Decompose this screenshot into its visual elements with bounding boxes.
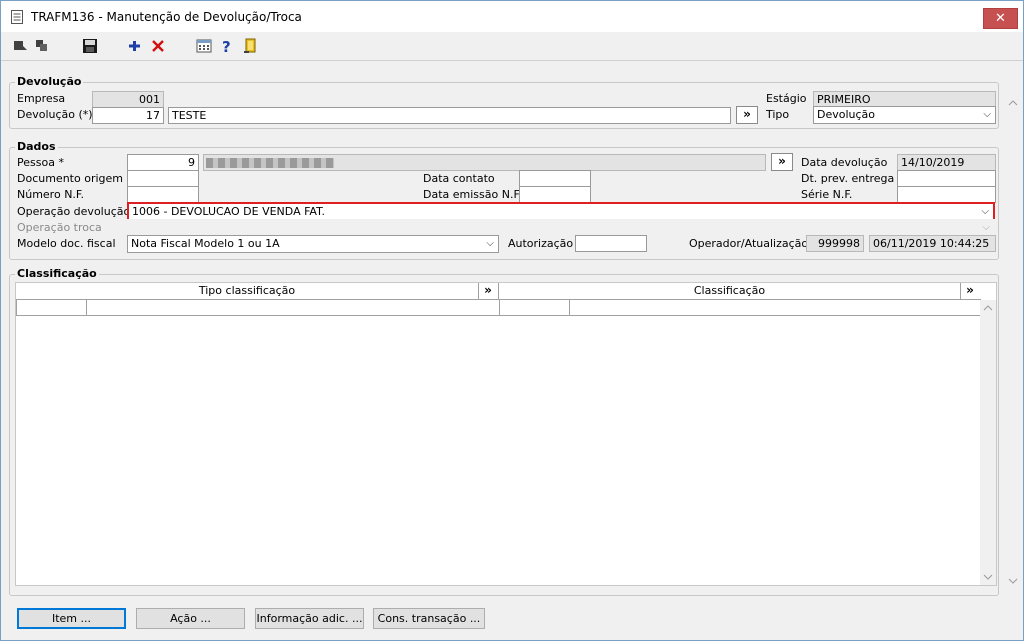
data-contato-field[interactable] <box>519 170 591 187</box>
chevron-down-icon: ⌵ <box>486 238 494 249</box>
data-devolucao-label: Data devolução <box>801 156 888 169</box>
pessoa-lookup-button[interactable]: » <box>771 153 793 171</box>
devolucao-lookup-button[interactable]: » <box>736 106 758 124</box>
col-tipo-expand-button[interactable]: » <box>478 283 497 299</box>
dados-group-label: Dados <box>15 140 58 153</box>
classificacao-group-label: Classificação <box>15 267 99 280</box>
window-title: TRAFM136 - Manutenção de Devolução/Troca <box>31 10 302 24</box>
modelo-doc-select[interactable]: Nota Fiscal Modelo 1 ou 1A ⌵ <box>127 235 499 253</box>
chevron-down-icon: ⌵ <box>981 206 989 217</box>
save-icon[interactable] <box>82 38 98 54</box>
operador-code-field: 999998 <box>806 235 864 252</box>
operacao-troca-label: Operação troca <box>17 221 102 234</box>
table-cell[interactable] <box>500 300 570 316</box>
serie-nf-field[interactable] <box>897 186 996 203</box>
autorizacao-field[interactable] <box>575 235 647 252</box>
col-header-classificacao[interactable]: Classificação <box>499 283 960 300</box>
operador-datetime-field: 06/11/2019 10:44:25 <box>869 235 996 252</box>
devolucao-description-field[interactable]: TESTE <box>168 107 731 124</box>
title-bar: TRAFM136 - Manutenção de Devolução/Troca… <box>1 1 1023 32</box>
numero-nf-label: Número N.F. <box>17 188 84 201</box>
operacao-devolucao-value: 1006 - DEVOLUCAO DE VENDA FAT. <box>132 205 325 218</box>
devolucao-label: Devolução (*) <box>17 108 93 121</box>
exit-door-icon[interactable] <box>242 38 258 54</box>
classificacao-table: Tipo classificação » Classificação » <box>15 282 997 586</box>
devolucao-group-label: Devolução <box>15 75 84 88</box>
cons-transacao-button[interactable]: Cons. transação ... <box>373 608 485 629</box>
chevron-up-icon[interactable] <box>1008 99 1018 107</box>
table-scrollbar[interactable] <box>980 300 996 585</box>
table-cell[interactable] <box>16 300 87 316</box>
chevron-down-icon: ⌵ <box>983 109 991 120</box>
next-record-icon[interactable] <box>34 38 50 54</box>
first-record-icon[interactable] <box>12 38 28 54</box>
table-cell[interactable] <box>570 300 983 316</box>
chevron-down-icon[interactable] <box>983 573 993 581</box>
tipo-select-value: Devolução <box>817 108 876 121</box>
data-devolucao-field: 14/10/2019 <box>897 154 996 171</box>
svg-text:?: ? <box>222 38 231 54</box>
chevron-down-icon[interactable] <box>1008 577 1018 585</box>
pessoa-name-field <box>203 154 766 171</box>
modelo-doc-value: Nota Fiscal Modelo 1 ou 1A <box>131 237 280 250</box>
data-contato-label: Data contato <box>423 172 495 185</box>
chevron-down-icon: ⌵ <box>982 222 990 233</box>
empresa-field: 001 <box>92 91 164 108</box>
form-scrollbar[interactable] <box>1005 63 1021 593</box>
document-icon <box>11 10 23 24</box>
estagio-label: Estágio <box>766 92 807 105</box>
numero-nf-field[interactable] <box>127 186 199 203</box>
serie-nf-label: Série N.F. <box>801 188 853 201</box>
item-button[interactable]: Item ... <box>17 608 126 629</box>
operacao-devolucao-label: Operação devolução <box>17 205 131 218</box>
close-button[interactable]: ✕ <box>983 8 1018 29</box>
dt-prev-entrega-label: Dt. prev. entrega <box>801 172 895 185</box>
col-classificacao-expand-button[interactable]: » <box>960 283 979 299</box>
help-icon[interactable]: ? <box>219 38 235 54</box>
pessoa-label: Pessoa * <box>17 156 64 169</box>
tipo-label: Tipo <box>766 108 790 121</box>
documento-origem-field[interactable] <box>127 170 199 187</box>
documento-origem-label: Documento origem <box>17 172 123 185</box>
devolucao-number-field[interactable]: 17 <box>92 107 164 124</box>
redacted-name-block <box>206 158 334 168</box>
informacao-adic-button[interactable]: Informação adic. ... <box>255 608 364 629</box>
data-emissao-nf-label: Data emissão N.F. <box>423 188 522 201</box>
toolbar: ? <box>1 32 1023 61</box>
data-emissao-nf-field[interactable] <box>519 186 591 203</box>
modelo-doc-label: Modelo doc. fiscal <box>17 237 116 250</box>
acao-button[interactable]: Ação ... <box>136 608 245 629</box>
main-window: TRAFM136 - Manutenção de Devolução/Troca… <box>0 0 1024 641</box>
operador-label: Operador/Atualização <box>689 237 809 250</box>
dt-prev-entrega-field[interactable] <box>897 170 996 187</box>
chevron-up-icon[interactable] <box>983 304 993 312</box>
col-header-tipo-classificacao[interactable]: Tipo classificação <box>16 283 478 300</box>
empresa-label: Empresa <box>17 92 66 105</box>
add-icon[interactable] <box>127 38 143 54</box>
tipo-select[interactable]: Devolução ⌵ <box>813 106 996 124</box>
table-cell[interactable] <box>87 300 500 316</box>
delete-icon[interactable] <box>150 38 166 54</box>
autorizacao-label: Autorização <box>508 237 574 250</box>
pessoa-code-field[interactable]: 9 <box>127 154 199 171</box>
calculator-icon[interactable] <box>196 38 212 54</box>
